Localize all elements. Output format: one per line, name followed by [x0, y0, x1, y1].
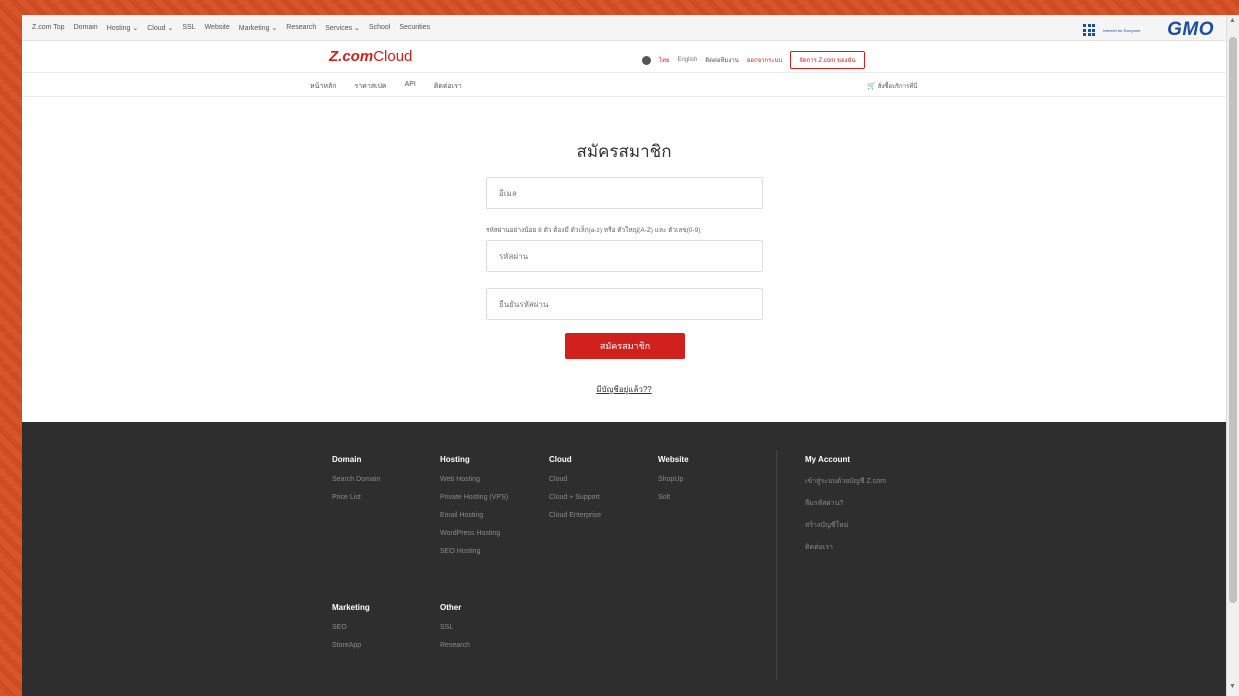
- footer-link[interactable]: Cloud Enterprise: [549, 512, 601, 519]
- confirm-password-field[interactable]: ยืนยันรหัสผ่าน: [486, 288, 763, 320]
- site-header: Z.comCloud ไทย English ติดต่อทีมงาน ออกจ…: [22, 41, 1226, 73]
- footer-link[interactable]: Search Domain: [332, 476, 380, 483]
- footer-link[interactable]: ลืมรหัสผ่าน?: [805, 498, 886, 509]
- gmo-nav-item[interactable]: Domain: [74, 24, 98, 32]
- gmo-nav-item[interactable]: SSL: [182, 24, 195, 32]
- footer-link[interactable]: SEO Hosting: [440, 548, 508, 555]
- email-field[interactable]: อีเมล: [486, 177, 763, 209]
- footer-col-other: Other SSL Research: [440, 603, 470, 660]
- footer-link[interactable]: WordPress Hosting: [440, 530, 508, 537]
- email-placeholder: อีเมล: [499, 188, 517, 198]
- header-actions: ไทย English ติดต่อทีมงาน ออกจากระบบ จัดก…: [642, 51, 865, 69]
- footer-col-domain: Domain Search Domain Price List: [332, 455, 380, 512]
- contact-team-link[interactable]: ติดต่อทีมงาน: [705, 55, 739, 65]
- footer-link[interactable]: StoreApp: [332, 642, 370, 649]
- zcom-cloud-logo[interactable]: Z.comCloud: [329, 49, 412, 65]
- nav-pricing[interactable]: ราคาสเปค: [354, 81, 386, 92]
- footer-col-cloud: Cloud Cloud Cloud + Support Cloud Enterp…: [549, 455, 601, 530]
- gmo-top-bar: Z.com Top Domain Hosting ⌄ Cloud ⌄ SSL W…: [22, 15, 1226, 41]
- gmo-nav-item[interactable]: Hosting ⌄: [107, 24, 139, 32]
- have-account-link[interactable]: มีบัญชีอยู่แล้ว??: [22, 383, 1226, 396]
- browser-page: Z.com Top Domain Hosting ⌄ Cloud ⌄ SSL W…: [22, 15, 1226, 696]
- footer-col-hosting: Hosting Web Hosting Private Hosting (VPS…: [440, 455, 508, 566]
- scroll-up-arrow-icon[interactable]: ▲: [1229, 17, 1236, 24]
- footer-link[interactable]: เข้าสู่ระบบด้วยบัญชี Z.com: [805, 476, 886, 487]
- gmo-nav-item[interactable]: Z.com Top: [32, 24, 65, 32]
- scroll-thumb[interactable]: [1229, 37, 1237, 603]
- manage-zcom-button[interactable]: จัดการ Z.com ของฉัน: [790, 51, 865, 69]
- order-service-link[interactable]: 🛒 สั่งซื้อบริการที่นี่: [867, 81, 917, 91]
- register-button[interactable]: สมัครสมาชิก: [565, 333, 685, 359]
- gmo-nav-item[interactable]: School: [369, 24, 390, 32]
- footer-link[interactable]: Private Hosting (VPS): [440, 494, 508, 501]
- footer-heading: Website: [658, 455, 689, 464]
- footer-divider: [776, 450, 777, 680]
- scroll-down-arrow-icon[interactable]: ▼: [1229, 683, 1236, 690]
- gmo-tagline: Internet for Everyone: [1103, 27, 1141, 33]
- footer-col-website: Website ShopUp Solt: [658, 455, 689, 512]
- footer-col-account: My Account เข้าสู่ระบบด้วยบัญชี Z.com ลื…: [805, 455, 886, 564]
- vertical-scrollbar[interactable]: ▲ ▼: [1226, 15, 1239, 696]
- sub-navigation: หน้าหลัก ราคาสเปค API ติดต่อเรา 🛒 สั่งซื้…: [22, 73, 1226, 97]
- footer-heading: Cloud: [549, 455, 572, 464]
- page-title: สมัครสมาชิก: [576, 142, 672, 161]
- order-service-label: สั่งซื้อบริการที่นี่: [877, 84, 918, 90]
- logo-bold-text: Z.com: [329, 48, 374, 65]
- footer-link[interactable]: Cloud + Support: [549, 494, 601, 501]
- gmo-nav: Z.com Top Domain Hosting ⌄ Cloud ⌄ SSL W…: [32, 24, 430, 32]
- footer-link[interactable]: Web Hosting: [440, 476, 508, 483]
- footer-link[interactable]: Price List: [332, 494, 380, 501]
- footer-link[interactable]: Email Hosting: [440, 512, 508, 519]
- confirm-password-placeholder: ยืนยันรหัสผ่าน: [499, 299, 549, 309]
- gmo-nav-item[interactable]: Securities: [399, 24, 430, 32]
- footer-heading: Marketing: [332, 603, 370, 612]
- cart-icon: 🛒: [867, 83, 876, 90]
- gmo-logo[interactable]: GMO: [1167, 19, 1214, 41]
- nav-home[interactable]: หน้าหลัก: [310, 81, 336, 92]
- footer-link[interactable]: Cloud: [549, 476, 601, 483]
- site-footer: Domain Search Domain Price List Hosting …: [22, 422, 1226, 696]
- lang-thai-link[interactable]: ไทย: [659, 55, 670, 65]
- footer-link[interactable]: Research: [440, 642, 470, 649]
- footer-col-marketing: Marketing SEO StoreApp: [332, 603, 370, 660]
- footer-link[interactable]: ติดต่อเรา: [805, 542, 886, 553]
- gmo-nav-item[interactable]: Cloud ⌄: [147, 24, 173, 32]
- logo-light-text: Cloud: [373, 48, 413, 65]
- password-field[interactable]: รหัสผ่าน: [486, 240, 763, 272]
- footer-link[interactable]: Solt: [658, 494, 689, 501]
- footer-link[interactable]: สร้างบัญชีใหม่: [805, 520, 886, 531]
- lang-english-link[interactable]: English: [678, 57, 698, 63]
- footer-heading: Domain: [332, 455, 362, 464]
- password-hint: รหัสผ่านอย่างน้อย 8 ตัว ต้องมี ตัวเล็ก(a…: [486, 227, 701, 234]
- gmo-nav-item[interactable]: Services ⌄: [325, 24, 360, 32]
- nav-api[interactable]: API: [405, 81, 416, 92]
- footer-link[interactable]: ShopUp: [658, 476, 689, 483]
- globe-icon: [642, 55, 651, 65]
- gmo-brand: Internet for Everyone GMO: [1083, 19, 1214, 41]
- footer-heading: My Account: [805, 455, 851, 464]
- nav-contact[interactable]: ติดต่อเรา: [434, 81, 462, 92]
- footer-heading: Other: [440, 603, 462, 612]
- gmo-nav-item[interactable]: Research: [286, 24, 316, 32]
- app-grid-icon[interactable]: [1083, 24, 1096, 36]
- footer-link[interactable]: SSL: [440, 624, 470, 631]
- gmo-nav-item[interactable]: Marketing ⌄: [239, 24, 278, 32]
- gmo-nav-item[interactable]: Website: [205, 24, 230, 32]
- footer-link[interactable]: SEO: [332, 624, 370, 631]
- footer-heading: Hosting: [440, 455, 470, 464]
- logout-link[interactable]: ออกจากระบบ: [747, 55, 782, 65]
- password-placeholder: รหัสผ่าน: [499, 251, 529, 261]
